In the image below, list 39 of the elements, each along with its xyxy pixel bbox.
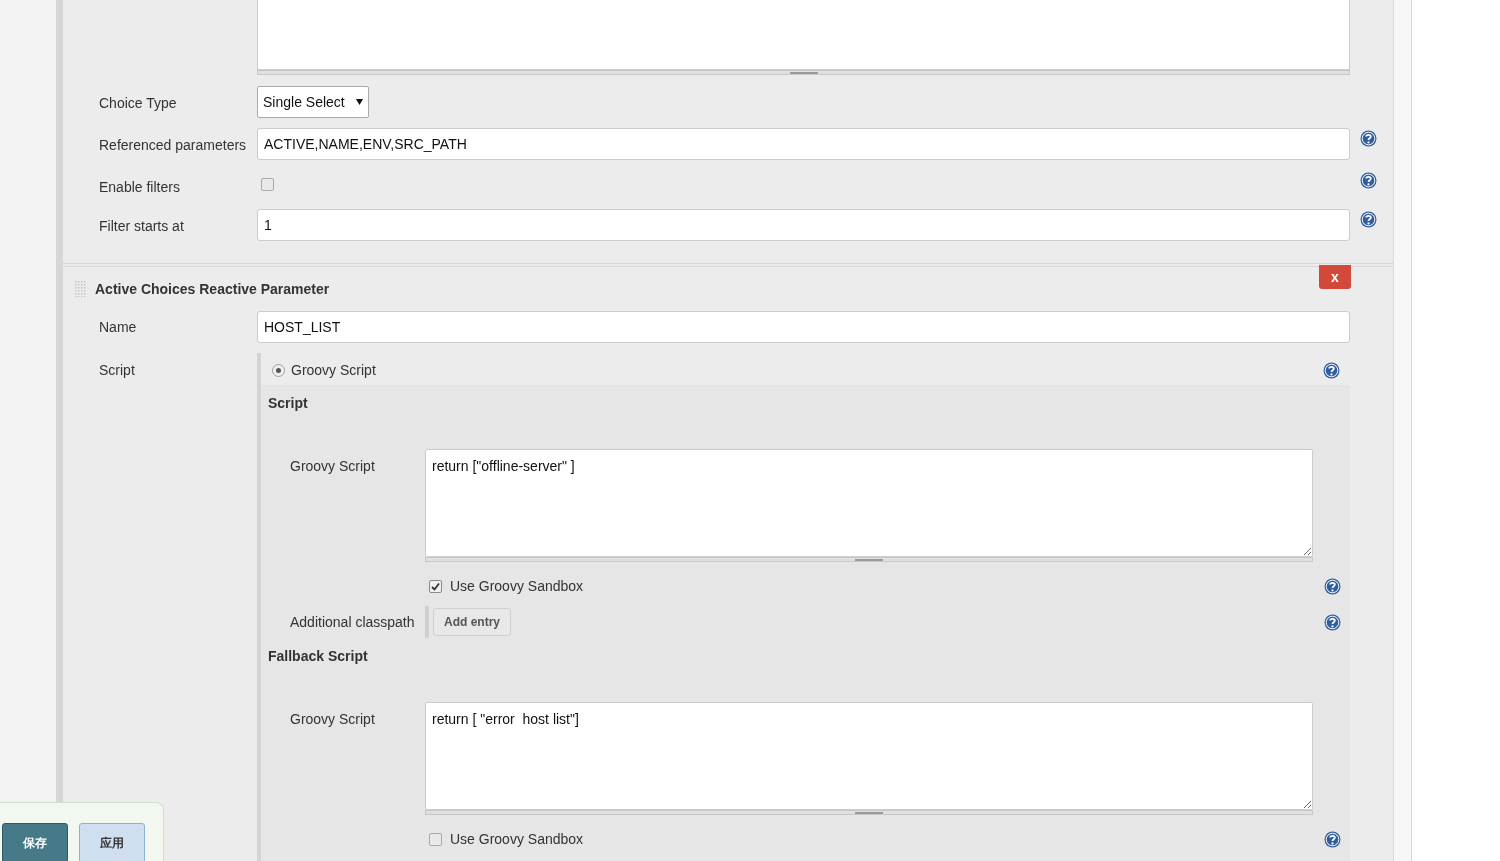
dropdown-caret-icon: [356, 99, 363, 105]
field-label: Groovy Script: [290, 711, 375, 727]
checkbox[interactable]: [429, 579, 442, 593]
field-label: Groovy Script: [290, 458, 375, 474]
field-label: Referenced parameters: [99, 137, 247, 153]
section-heading: Fallback Script: [268, 648, 368, 664]
radio-button[interactable]: [272, 363, 285, 377]
checkbox-label: Use Groovy Sandbox: [450, 576, 584, 596]
field-label: Additional classpath: [290, 614, 415, 630]
script-editor[interactable]: return [ "error host list"]: [425, 702, 1313, 810]
delete-button[interactable]: x: [1319, 265, 1351, 289]
field-label: Name: [99, 319, 137, 335]
checkbox-label: Use Groovy Sandbox: [450, 829, 584, 849]
section-heading: Script: [268, 395, 308, 411]
help-icon[interactable]: [1360, 211, 1377, 228]
parameter-title: Active Choices Reactive Parameter: [95, 279, 330, 299]
help-icon[interactable]: [1324, 613, 1341, 631]
drag-handle-icon[interactable]: [75, 281, 87, 297]
help-icon[interactable]: [1360, 172, 1377, 189]
field-label: Script: [99, 362, 135, 378]
help-icon[interactable]: [1324, 830, 1341, 848]
footer-button[interactable]: 应用: [79, 823, 145, 861]
field-label: Choice Type: [99, 95, 177, 111]
help-icon[interactable]: [1360, 130, 1377, 147]
help-icon[interactable]: [1324, 577, 1341, 595]
footer-button[interactable]: 保存: [2, 823, 68, 861]
text-field[interactable]: ACTIVE,NAME,ENV,SRC_PATH: [257, 128, 1350, 160]
field-label: Enable filters: [99, 179, 180, 195]
checkbox[interactable]: [429, 832, 442, 846]
add-entry-button[interactable]: Add entry: [433, 608, 511, 636]
help-icon[interactable]: [1323, 361, 1340, 379]
radio-label: Groovy Script: [291, 360, 376, 380]
checkbox[interactable]: [261, 177, 274, 191]
choice-type-select[interactable]: Single Select: [257, 86, 369, 118]
checkmark-icon: [431, 581, 440, 591]
name-field[interactable]: HOST_LIST: [257, 311, 1350, 343]
script-editor[interactable]: return ["offline-server" ]: [425, 449, 1313, 557]
text-field[interactable]: 1: [257, 209, 1350, 241]
field-label: Filter starts at: [99, 218, 184, 234]
